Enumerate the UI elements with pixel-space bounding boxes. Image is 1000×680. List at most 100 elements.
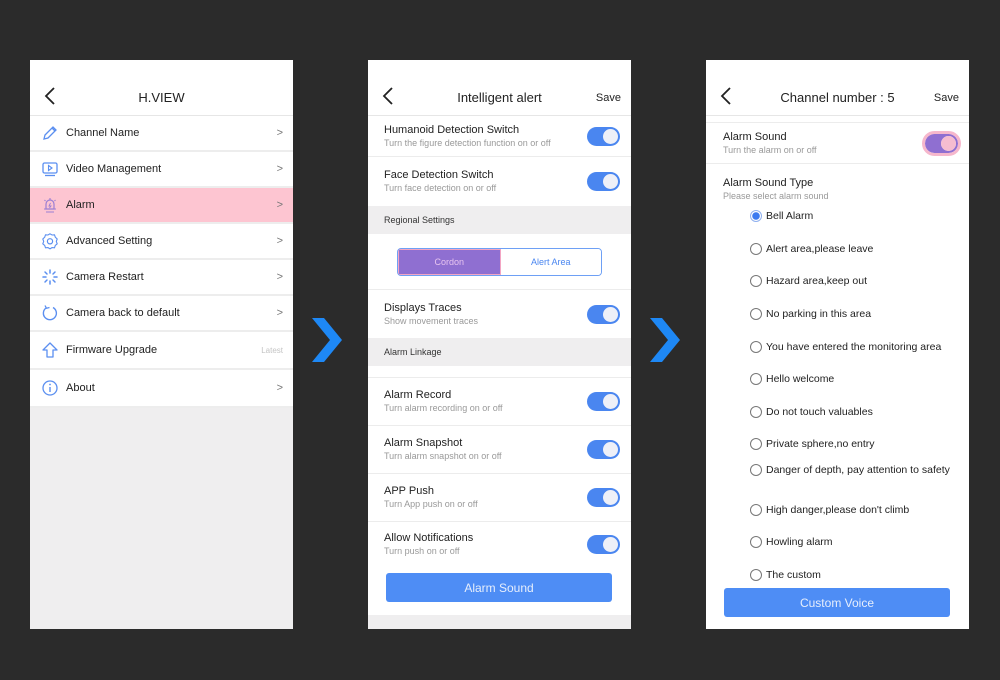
displays-traces-row: Displays Traces Show movement traces: [368, 290, 631, 338]
setting-subtitle: Turn the figure detection function on or…: [384, 137, 551, 148]
sound-option[interactable]: Howling alarm: [750, 535, 833, 549]
back-icon[interactable]: [40, 85, 62, 107]
app-push-toggle[interactable]: [587, 488, 620, 507]
regional-settings-header: Regional Settings: [368, 206, 631, 234]
radio-icon[interactable]: [750, 341, 762, 353]
displays-traces-toggle[interactable]: [587, 304, 620, 324]
sound-option[interactable]: You have entered the monitoring area: [750, 340, 941, 354]
radio-selected-icon[interactable]: [750, 210, 762, 222]
sound-option[interactable]: Do not touch valuables: [750, 405, 873, 419]
menu-label: Channel Name: [66, 127, 140, 139]
segment-cordon[interactable]: Cordon: [398, 248, 501, 275]
setting-subtitle: Turn the alarm on or off: [723, 144, 817, 155]
spinner-icon: [40, 267, 60, 287]
alarm-record-toggle[interactable]: [587, 392, 620, 411]
region-segmented-control: Cordon Alert Area: [397, 247, 602, 276]
radio-icon[interactable]: [750, 308, 762, 320]
menu-label: Video Management: [66, 163, 162, 175]
option-label: Do not touch valuables: [766, 406, 873, 418]
option-label: Bell Alarm: [766, 210, 814, 222]
app-push-row: APP Push Turn App push on or off: [368, 474, 631, 522]
option-label: Hello welcome: [766, 373, 835, 385]
alarm-sound-row: Alarm Sound Turn the alarm on or off: [706, 122, 969, 164]
back-icon[interactable]: [716, 85, 738, 107]
upgrade-icon: [40, 340, 60, 360]
menu-item-video-management[interactable]: Video Management >: [30, 152, 293, 188]
sound-option[interactable]: No parking in this area: [750, 307, 871, 321]
face-detection-toggle[interactable]: [587, 172, 620, 191]
setting-title: Alarm Snapshot: [384, 437, 463, 449]
sound-option[interactable]: Alert area,please leave: [750, 242, 873, 256]
menu-label: Alarm: [66, 199, 95, 211]
radio-icon[interactable]: [750, 438, 762, 450]
option-label: Alert area,please leave: [766, 243, 874, 255]
menu-item-firmware-upgrade[interactable]: Firmware Upgrade Latest: [30, 332, 293, 370]
setting-title: Alarm Sound: [723, 130, 787, 143]
menu-item-camera-default[interactable]: Camera back to default >: [30, 296, 293, 332]
allow-notifications-row: Allow Notifications Turn push on or off: [368, 522, 631, 566]
chevron-right-icon: >: [276, 307, 283, 319]
page-title: Channel number : 5: [780, 90, 895, 105]
chevron-right-icon: >: [276, 382, 283, 394]
sound-option[interactable]: Hazard area,keep out: [750, 274, 867, 288]
setting-title: Allow Notifications: [384, 531, 474, 544]
radio-icon[interactable]: [750, 504, 762, 516]
humanoid-detection-toggle[interactable]: [587, 126, 620, 146]
info-icon: [40, 378, 60, 398]
setting-title: Humanoid Detection Switch: [384, 123, 520, 136]
radio-icon[interactable]: [750, 406, 762, 418]
setting-subtitle: Turn push on or off: [384, 545, 460, 556]
face-detection-row: Face Detection Switch Turn face detectio…: [368, 157, 631, 206]
save-button[interactable]: Save: [934, 92, 959, 104]
alarm-sound-screen: Channel number : 5 Save Alarm Sound Turn…: [706, 60, 969, 629]
radio-icon[interactable]: [750, 243, 762, 255]
segment-alert-area[interactable]: Alert Area: [500, 248, 601, 275]
alarm-record-row: Alarm Record Turn alarm recording on or …: [368, 378, 631, 426]
menu-item-camera-restart[interactable]: Camera Restart >: [30, 260, 293, 296]
menu-item-about[interactable]: About >: [30, 370, 293, 408]
custom-voice-button[interactable]: Custom Voice: [724, 588, 950, 617]
option-label: You have entered the monitoring area: [766, 341, 942, 353]
sound-option[interactable]: Bell Alarm: [750, 209, 813, 223]
radio-icon[interactable]: [750, 373, 762, 385]
alarm-snapshot-toggle[interactable]: [587, 440, 620, 459]
menu-label: About: [66, 382, 95, 394]
setting-subtitle: Turn face detection on or off: [384, 183, 497, 193]
sound-option[interactable]: Hello welcome: [750, 372, 834, 386]
alarm-icon: [40, 195, 60, 215]
sound-option[interactable]: High danger,please don't climb: [750, 503, 909, 517]
setting-title: APP Push: [384, 485, 434, 497]
option-label: High danger,please don't climb: [766, 504, 910, 516]
menu-item-channel-name[interactable]: Channel Name >: [30, 116, 293, 152]
alarm-sound-button[interactable]: Alarm Sound: [386, 573, 612, 602]
back-icon[interactable]: [378, 85, 400, 107]
setting-subtitle: Turn App push on or off: [384, 499, 478, 509]
allow-notifications-toggle[interactable]: [587, 534, 620, 554]
option-label: No parking in this area: [766, 308, 872, 320]
region-segment-row: Cordon Alert Area: [368, 234, 631, 290]
save-button[interactable]: Save: [596, 92, 621, 104]
settings-screen: H.VIEW Channel Name > Video Management >…: [30, 60, 293, 629]
radio-icon[interactable]: [750, 464, 762, 476]
radio-icon[interactable]: [750, 275, 762, 287]
alarm-sound-toggle[interactable]: [922, 130, 961, 156]
intelligent-alert-screen: Intelligent alert Save Humanoid Detectio…: [368, 60, 631, 629]
navbar: Intelligent alert Save: [368, 60, 631, 116]
page-title: Intelligent alert: [457, 90, 542, 105]
radio-icon[interactable]: [750, 569, 762, 581]
navbar: H.VIEW: [30, 60, 293, 116]
menu-label: Firmware Upgrade: [66, 344, 158, 356]
sound-option[interactable]: Danger of depth, pay attention to safety: [750, 463, 950, 477]
chevron-right-icon: >: [276, 235, 283, 247]
gear-icon: [40, 231, 60, 251]
radio-icon[interactable]: [750, 536, 762, 548]
menu-item-alarm[interactable]: Alarm >: [30, 188, 293, 224]
section-subtitle: Please select alarm sound: [723, 191, 829, 201]
menu-item-advanced-setting[interactable]: Advanced Setting >: [30, 224, 293, 260]
sound-option[interactable]: The custom: [750, 568, 821, 582]
alarm-snapshot-row: Alarm Snapshot Turn alarm snapshot on or…: [368, 426, 631, 474]
sound-option[interactable]: Private sphere,no entry: [750, 437, 875, 451]
setting-title: Alarm Record: [384, 389, 452, 401]
section-title: Alarm Sound Type: [723, 177, 814, 189]
chevron-right-icon: >: [276, 199, 283, 211]
